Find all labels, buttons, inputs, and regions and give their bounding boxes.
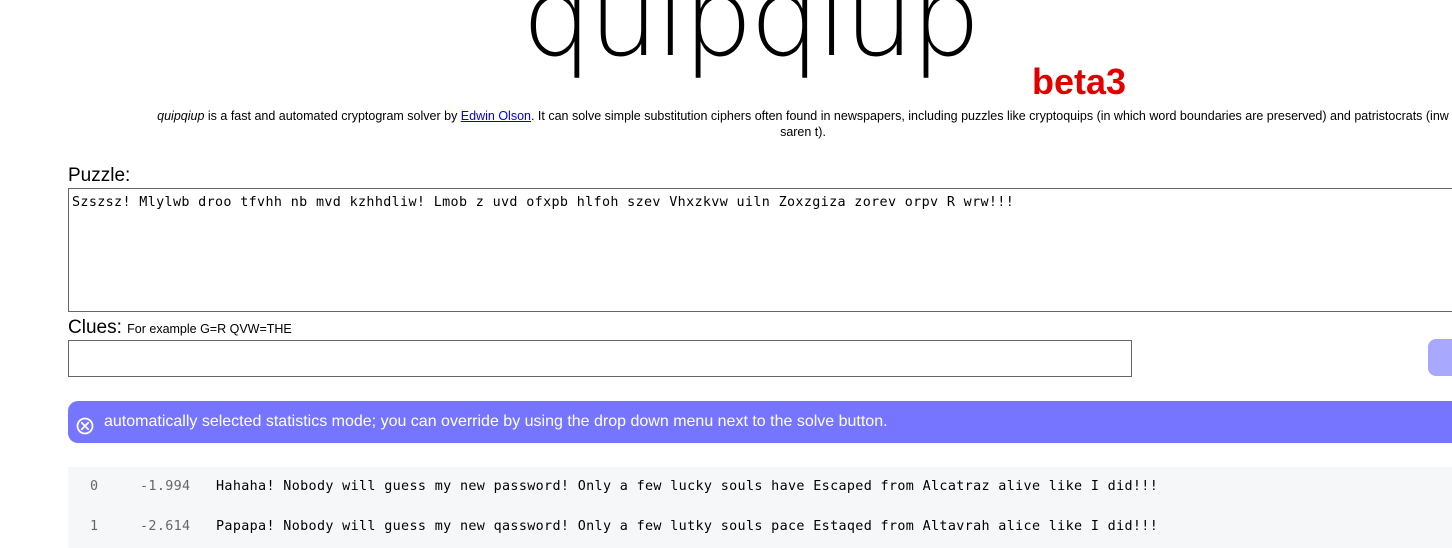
result-index: 1 — [90, 519, 99, 534]
clues-label-group: Clues: For example G=R QVW=THE — [68, 317, 292, 339]
author-link[interactable]: Edwin Olson — [461, 109, 531, 123]
puzzle-text: Szszsz! Mlylwb droo tfvhh nb mvd kzhhdli… — [72, 195, 1015, 210]
solve-button[interactable] — [1428, 339, 1452, 376]
beta-badge: beta3 — [1032, 61, 1127, 102]
description-text-2: . It can solve simple substitution ciphe… — [530, 109, 1449, 123]
puzzle-textarea[interactable]: Szszsz! Mlylwb droo tfvhh nb mvd kzhhdli… — [68, 188, 1452, 312]
result-row[interactable]: 0 -1.994 Hahaha! Nobody will guess my ne… — [68, 467, 1452, 507]
results-list: 0 -1.994 Hahaha! Nobody will guess my ne… — [68, 467, 1452, 548]
puzzle-label: Puzzle: — [68, 165, 131, 186]
close-circle-icon[interactable] — [76, 417, 94, 435]
app-name: quipqiup — [157, 109, 205, 123]
description-text-1: is a fast and automated cryptogram solve… — [204, 109, 461, 123]
result-index: 0 — [90, 479, 99, 494]
result-row[interactable]: 1 -2.614 Papapa! Nobody will guess my ne… — [68, 507, 1452, 547]
description: quipqiup is a fast and automated cryptog… — [30, 108, 1452, 140]
clues-hint: For example G=R QVW=THE — [127, 322, 292, 336]
notice-banner: automatically selected statistics mode; … — [68, 401, 1452, 443]
clues-label: Clues: — [68, 317, 122, 338]
result-score: -1.994 — [140, 479, 191, 494]
clues-input[interactable] — [68, 340, 1132, 377]
notice-text: automatically selected statistics mode; … — [104, 413, 888, 430]
page: quipqiup beta3 quipqiup is a fast and au… — [0, 0, 1452, 548]
logo: quipqiup — [522, 0, 981, 81]
result-score: -2.614 — [140, 519, 191, 534]
result-text: Hahaha! Nobody will guess my new passwor… — [216, 479, 1159, 494]
result-text: Papapa! Nobody will guess my new qasswor… — [216, 519, 1159, 534]
description-text-3: saren t). — [780, 125, 826, 139]
